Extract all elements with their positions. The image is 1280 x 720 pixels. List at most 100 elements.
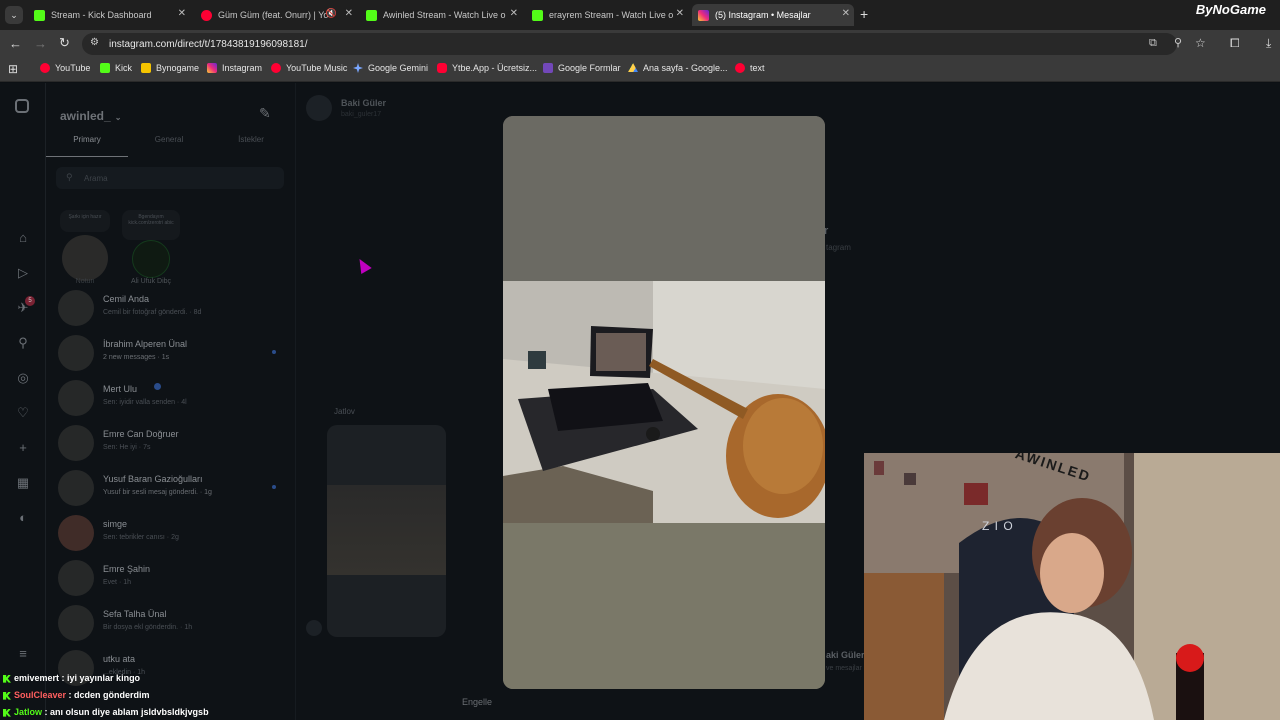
youtube-icon [40,63,50,73]
youtube-music-icon [201,9,212,21]
messages-icon[interactable]: ✈ 5 [15,296,35,316]
download-icon[interactable]: ⤓ [1266,36,1271,51]
search-icon: ⚲ [66,172,73,182]
bookmark-youtube[interactable]: YouTube [40,63,90,73]
avatar [58,560,94,596]
more-menu-icon[interactable]: ≡ [15,646,31,662]
stream-chat-overlay: emivemert : iyi yayınlar kingo SoulCleav… [0,670,400,720]
tab-youtube-music[interactable]: Güm Güm (feat. Onurr) | Yo 🔇 ✕ [195,4,357,26]
conversation-item[interactable]: Sefa Talha Ünal Bir dosya ekl gönderdin. … [58,603,288,643]
webcam-scene [864,453,1280,720]
notification-badge: 5 [25,296,35,306]
instagram-logo-icon[interactable] [15,99,29,113]
create-icon[interactable]: + [15,440,31,456]
browser-tab-bar: ⌄ Stream - Kick Dashboard ✕ Güm Güm (fea… [0,0,1280,30]
tab-awinled-stream[interactable]: Awinled Stream - Watch Live o ✕ [360,4,522,26]
tab-erayrem-stream[interactable]: erayrem Stream - Watch Live o ✕ [526,4,688,26]
google-drive-icon [628,63,638,72]
instagram-icon [698,9,709,21]
zoom-icon[interactable]: ⚲ [1174,36,1182,49]
streamer-webcam: Z I O AWINLED [864,453,1280,720]
bookmark-bynogame[interactable]: Bynogame [141,63,199,73]
close-icon[interactable]: ✕ [510,8,518,19]
bookmark-youtube-music[interactable]: YouTube Music [271,63,347,73]
tab-instagram[interactable]: (5) Instagram • Mesajlar ✕ [692,4,854,26]
tab-requests[interactable]: İstekler [210,135,292,157]
kick-icon [3,674,11,683]
instagram-icon [207,63,217,73]
conversation-item[interactable]: Yusuf Baran Gazioğulları Yusuf bir sesli … [58,468,288,508]
kick-icon [366,9,377,21]
chat-message: SoulCleaver : dcden gönderdim [0,687,400,704]
thread-avatar[interactable] [306,95,332,121]
forward-icon[interactable]: → [34,36,47,51]
extensions-icon[interactable]: ⧠ [1230,36,1240,51]
media-viewer[interactable] [503,116,825,689]
bookmark-google-forms[interactable]: Google Formlar [543,63,621,73]
avatar [58,380,94,416]
chat-message: Jatlow : anı olsun diye ablam jsldvbsldk… [0,704,400,720]
conversation-item[interactable]: Emre Şahin Evet · 1h [58,558,288,598]
bookmark-google-gemini[interactable]: Google Gemini [353,63,428,73]
tab-primary[interactable]: Primary [46,135,128,157]
muted-speaker-icon[interactable]: 🔇 [326,8,337,19]
bookmark-kick[interactable]: Kick [100,63,132,73]
close-icon[interactable]: ✕ [676,8,684,19]
site-info-icon[interactable]: ⚙ [90,37,99,48]
thread-name[interactable]: Baki Güler [341,98,386,108]
kick-icon [34,9,45,21]
conversation-item[interactable]: Emre Can Doğruer Sen: He iyi · 7s [58,423,288,463]
viewer-letterbox-top [503,116,825,281]
tab-kick-dashboard[interactable]: Stream - Kick Dashboard ✕ [28,4,190,26]
conversation-item[interactable]: Cemil Anda Cemil bir fotoğraf gönderdi. ·… [58,288,288,328]
kick-icon [532,9,543,21]
thread-handle: baki_guler17 [341,111,382,118]
close-icon[interactable]: ✕ [842,8,850,19]
viewer-letterbox-bottom [503,523,825,689]
explore-icon[interactable]: ◎ [15,370,31,386]
bookmark-star-icon[interactable]: ☆ [1195,36,1206,50]
bookmark-ytbe-app[interactable]: Ytbe.App - Ücretsiz... [437,63,537,73]
account-switcher[interactable]: awinled_ ⌄ [60,109,121,123]
back-icon[interactable]: ← [9,36,22,51]
conversation-item[interactable]: simge Sen: tebrikler canısı · 2g [58,513,288,553]
reload-icon[interactable]: ↻ [59,35,70,51]
new-tab-button[interactable]: + [860,6,868,22]
apps-grid-icon[interactable]: ⊞ [8,62,18,76]
profile-side-caption: tagram [826,243,851,252]
conversation-item[interactable]: Mert Ulu Sen: iyidir valla senden · 4l [58,378,288,418]
conversation-item[interactable]: İbrahim Alperen Ünal 2 new messages · 1s [58,333,288,373]
install-app-icon[interactable]: ⧉ [1149,37,1157,50]
sender-label: Jatlov [334,407,355,416]
reels-icon[interactable]: ▷ [15,265,31,281]
bynogame-overlay-logo: ByNoGame [1195,2,1266,17]
block-button[interactable]: Engelle [462,697,492,707]
close-icon[interactable]: ✕ [345,8,353,19]
tab-general[interactable]: General [128,135,210,157]
profile-avatar-icon[interactable]: ◐ [15,510,31,526]
inbox-panel: awinled_ ⌄ ✎ Primary General İstekler ⚲ A… [46,83,296,720]
new-message-icon[interactable]: ✎ [259,105,271,122]
bookmark-text[interactable]: text [735,63,765,73]
screen: ⌄ Stream - Kick Dashboard ✕ Güm Güm (fea… [0,0,1280,720]
unread-dot [272,350,276,354]
note-bubble: Bgendayım kick.com/zerotri abic [122,210,180,240]
kick-icon [3,708,11,717]
bookmark-google-drive[interactable]: Ana sayfa - Google... [628,63,728,73]
close-icon[interactable]: ✕ [178,8,186,19]
notifications-heart-icon[interactable]: ♡ [15,405,31,421]
tab-list-button[interactable]: ⌄ [5,6,23,24]
search-input[interactable]: ⚲ Arama [56,167,284,189]
dashboard-icon[interactable]: ▦ [15,475,31,491]
note-ali-ufuk[interactable]: Bgendayım kick.com/zerotri abic Ali Ufuk… [122,210,180,288]
shared-photo-message[interactable] [327,425,446,637]
note-own[interactable]: Şarkı için hazır Notun [60,210,110,288]
chair-logo: Z I O [982,519,1014,533]
desk-photo-illustration [503,281,825,523]
home-icon[interactable]: ⌂ [15,230,31,246]
youtube-music-icon [271,63,281,73]
search-icon[interactable]: ⚲ [15,335,31,351]
bookmark-instagram[interactable]: Instagram [207,63,262,73]
avatar [58,290,94,326]
address-bar[interactable]: ⚙ instagram.com/direct/t/178438191960981… [82,33,1182,55]
